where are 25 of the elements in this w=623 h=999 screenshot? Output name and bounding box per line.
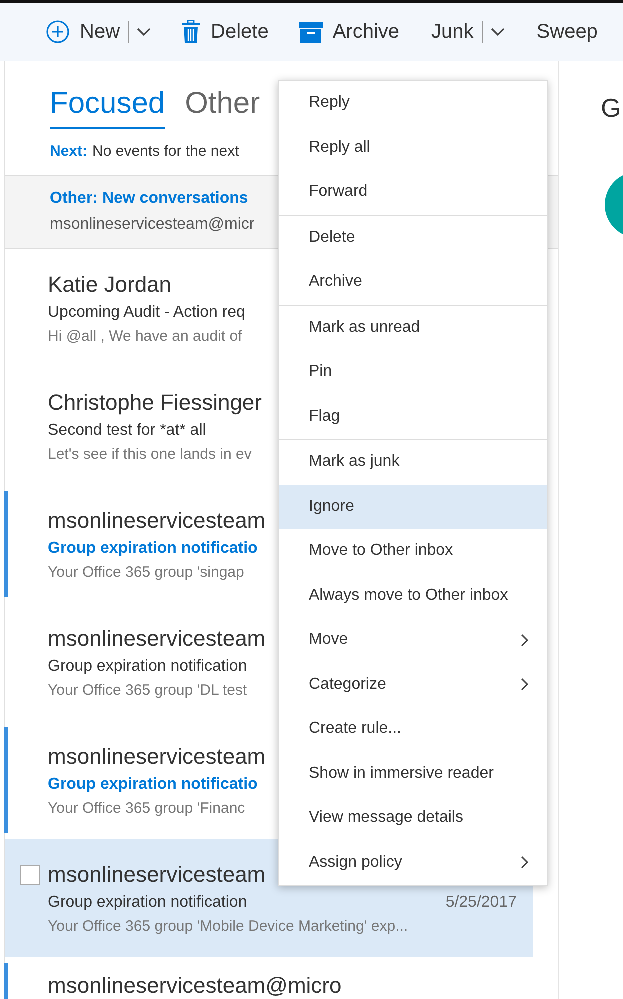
message-preview: Let's see if this one lands in ev (48, 446, 252, 462)
sender-name: msonlineservicesteam (48, 862, 266, 888)
message-preview: Your Office 365 group 'Financ (48, 800, 246, 816)
sender-name: msonlineservicesteam@micro (48, 973, 342, 999)
sender-name: msonlineservicesteam (48, 626, 266, 652)
sender-name: Christophe Fiessinger (48, 390, 262, 416)
sender-name: msonlineservicesteam (48, 744, 266, 770)
message-preview: Hi @all , We have an audit of (48, 328, 242, 344)
banner-senders: msonlineservicesteam@micr (50, 216, 255, 234)
message-preview: Your Office 365 group 'Mobile Device Marketing' exp... (48, 918, 408, 934)
sender-name: Katie Jordan (48, 272, 172, 298)
message-preview: Your Office 365 group 'singap (48, 564, 244, 580)
message-date: 5/25/2017 (446, 894, 517, 912)
message-subject: Upcoming Audit - Action req (48, 304, 246, 322)
sender-name: msonlineservicesteam (48, 508, 266, 534)
next-events-text: No events for the next (92, 143, 240, 162)
message-subject: Second test for *at* all (48, 422, 206, 440)
message-preview: Your Office 365 group 'DL test (48, 682, 248, 698)
message-subject: Group expiration notification (48, 658, 248, 676)
reading-title: G (601, 93, 622, 123)
message-subject: Group expiration notificatio (48, 540, 258, 558)
message-subject: Group expiration notification (48, 894, 248, 912)
banner-title: Other: New conversations (50, 190, 248, 208)
message-subject: Group expiration notificatio (48, 776, 258, 794)
next-label: Next: (50, 143, 88, 162)
